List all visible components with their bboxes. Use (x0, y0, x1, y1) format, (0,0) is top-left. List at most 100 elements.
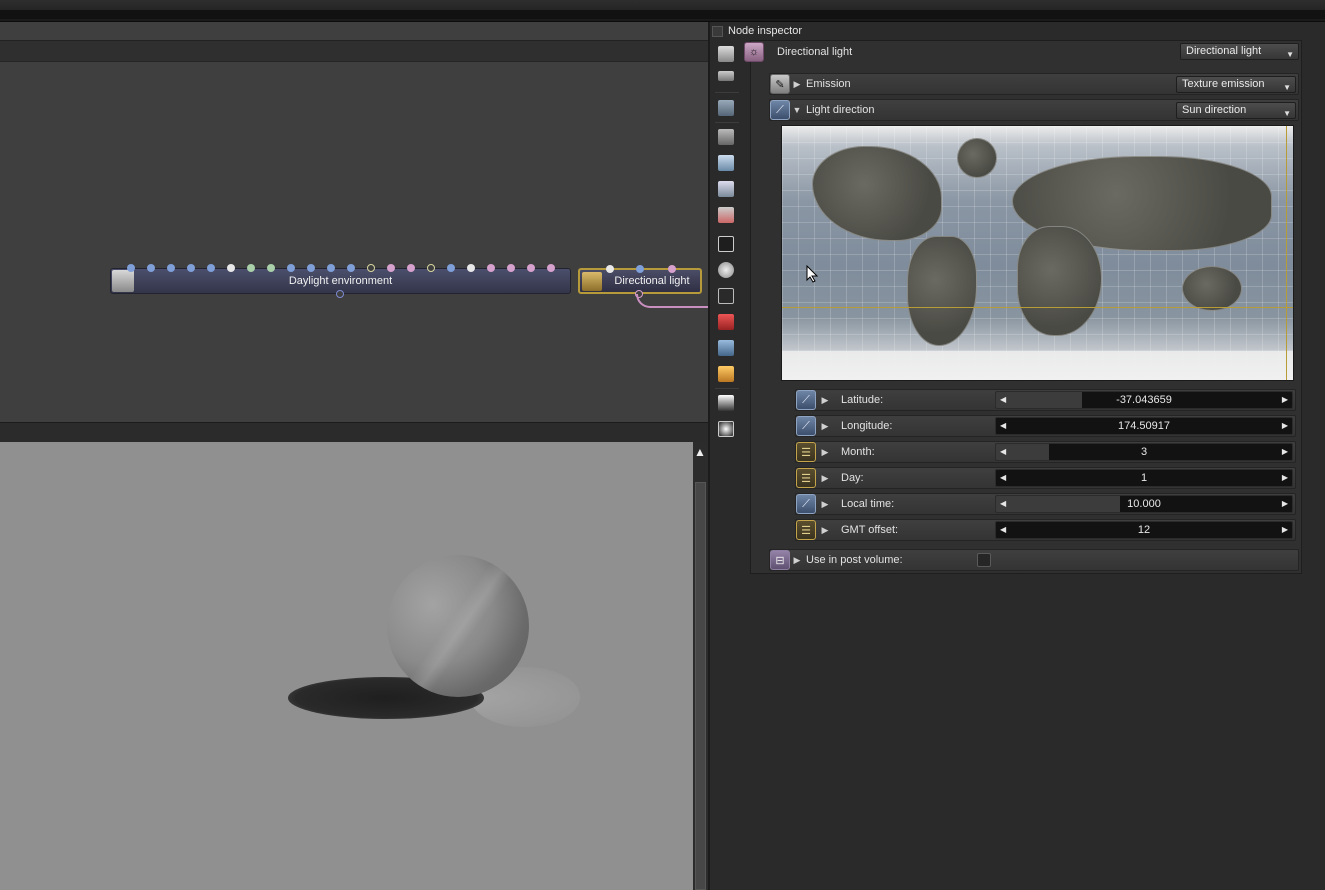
input-pin[interactable] (387, 264, 395, 272)
increment-arrow-icon[interactable]: ▶ (1282, 499, 1288, 508)
increment-arrow-icon[interactable]: ▶ (1282, 395, 1288, 404)
param-row[interactable]: ☰ ▶ Day: ◀ 1 ▶ (795, 467, 1296, 489)
param-row[interactable]: ☰ ▶ GMT offset: ◀ 12 ▶ (795, 519, 1296, 541)
expand-triangle-icon[interactable]: ▶ (818, 395, 832, 406)
graph-header (0, 40, 708, 62)
node-header-row: ☼ Directional light (744, 41, 852, 63)
input-pin[interactable] (636, 265, 644, 273)
image-icon[interactable] (718, 100, 734, 116)
input-pin[interactable] (606, 265, 614, 273)
input-pin[interactable] (367, 264, 375, 272)
param-row[interactable]: ⟋ ▶ Local time: ◀ 10.000 ▶ (795, 493, 1296, 515)
inspector-toolbar (711, 40, 743, 450)
animation-clock-icon[interactable] (718, 262, 734, 278)
light-direction-dropdown[interactable]: Sun direction ▼ (1176, 102, 1296, 119)
viewport-scrollbar[interactable]: ▲ (693, 442, 708, 890)
param-label: Local time: (841, 498, 895, 510)
emission-icon: ✎ (770, 74, 790, 94)
param-value: 10.000 (1127, 498, 1161, 510)
connection-wire (636, 294, 708, 308)
input-pin[interactable] (287, 264, 295, 272)
input-pin[interactable] (547, 264, 555, 272)
input-pin[interactable] (427, 264, 435, 272)
imager-icon[interactable] (718, 395, 734, 411)
param-slider[interactable]: ◀ -37.043659 ▶ (995, 391, 1293, 409)
param-row[interactable]: ⟋ ▶ Latitude: ◀ -37.043659 ▶ (795, 389, 1296, 411)
collapse-all-icon[interactable] (718, 71, 734, 81)
input-pin[interactable] (127, 264, 135, 272)
directional-light-node[interactable]: Directional light (578, 265, 702, 298)
input-pin[interactable] (307, 264, 315, 272)
scroll-up-arrow-icon[interactable]: ▲ (694, 445, 706, 459)
emission-type-dropdown[interactable]: Texture emission ▼ (1176, 76, 1296, 93)
param-slider[interactable]: ◀ 1 ▶ (995, 469, 1293, 487)
increment-arrow-icon[interactable]: ▶ (1282, 473, 1288, 482)
top-strip (0, 10, 1325, 19)
world-map-sun-position[interactable] (781, 125, 1294, 381)
input-pin[interactable] (447, 264, 455, 272)
param-row[interactable]: ☰ ▶ Month: ◀ 3 ▶ (795, 441, 1296, 463)
render-passes-icon[interactable] (718, 366, 734, 382)
kernel-icon[interactable] (718, 288, 734, 304)
input-pin[interactable] (527, 264, 535, 272)
expand-triangle-icon[interactable]: ▶ (818, 525, 832, 536)
boolean-icon: ⊟ (770, 550, 790, 570)
float-icon: ⟋ (796, 390, 816, 410)
toolbar-separator (715, 122, 739, 123)
param-slider[interactable]: ◀ 174.50917 ▶ (995, 417, 1293, 435)
node-type-value: Directional light (1186, 45, 1262, 57)
increment-arrow-icon[interactable]: ▶ (1282, 447, 1288, 456)
input-pin[interactable] (247, 264, 255, 272)
input-pin[interactable] (227, 264, 235, 272)
inspector-header: Node inspector (712, 23, 802, 39)
param-label: Month: (841, 446, 875, 458)
float-icon: ⟋ (796, 416, 816, 436)
input-pin[interactable] (467, 264, 475, 272)
input-pin[interactable] (147, 264, 155, 272)
collapse-triangle-icon[interactable]: ▼ (790, 105, 804, 115)
use-in-post-volume-row[interactable]: ⊟ ▶ Use in post volume: (769, 549, 1299, 571)
param-row[interactable]: ⟋ ▶ Longitude: ◀ 174.50917 ▶ (795, 415, 1296, 437)
input-pin[interactable] (327, 264, 335, 272)
param-slider[interactable]: ◀ 10.000 ▶ (995, 495, 1293, 513)
scrollbar-thumb[interactable] (695, 482, 706, 890)
expand-triangle-icon[interactable]: ▶ (818, 421, 832, 432)
input-pin[interactable] (347, 264, 355, 272)
expand-triangle-icon[interactable]: ▶ (818, 473, 832, 484)
param-slider[interactable]: ◀ 3 ▶ (995, 443, 1293, 461)
expand-all-icon[interactable] (718, 46, 734, 62)
input-pin[interactable] (267, 264, 275, 272)
integer-icon: ☰ (796, 442, 816, 462)
expand-triangle-icon[interactable]: ▶ (818, 499, 832, 510)
param-slider[interactable]: ◀ 12 ▶ (995, 521, 1293, 539)
visible-environment-icon[interactable] (718, 181, 734, 197)
increment-arrow-icon[interactable]: ▶ (1282, 525, 1288, 534)
postprocess-icon[interactable] (718, 421, 734, 437)
node-type-dropdown[interactable]: Directional light ▼ (1180, 43, 1299, 60)
input-pin[interactable] (167, 264, 175, 272)
daylight-environment-node[interactable]: Daylight environment (110, 264, 571, 298)
render-target-icon[interactable] (718, 314, 734, 330)
camera-icon[interactable] (718, 129, 734, 145)
input-pin[interactable] (507, 264, 515, 272)
film-settings-icon[interactable] (718, 236, 734, 252)
increment-arrow-icon[interactable]: ▶ (1282, 421, 1288, 430)
render-viewport[interactable] (0, 442, 693, 890)
expand-triangle-icon[interactable]: ▶ (790, 79, 804, 90)
render-layer-icon[interactable] (718, 340, 734, 356)
pane-separator[interactable] (0, 422, 708, 442)
output-pin[interactable] (336, 290, 344, 298)
geometry-icon[interactable] (718, 207, 734, 223)
input-pin[interactable] (207, 264, 215, 272)
expand-triangle-icon[interactable]: ▶ (790, 555, 804, 566)
input-pin[interactable] (407, 264, 415, 272)
node-graph[interactable] (0, 22, 708, 422)
input-pin[interactable] (487, 264, 495, 272)
environment-icon[interactable] (718, 155, 734, 171)
input-pin[interactable] (668, 265, 676, 273)
param-label: GMT offset: (841, 524, 899, 536)
use-in-post-volume-checkbox[interactable] (977, 553, 991, 567)
expand-triangle-icon[interactable]: ▶ (818, 447, 832, 458)
inspector-toggle-checkbox[interactable] (712, 25, 723, 37)
input-pin[interactable] (187, 264, 195, 272)
